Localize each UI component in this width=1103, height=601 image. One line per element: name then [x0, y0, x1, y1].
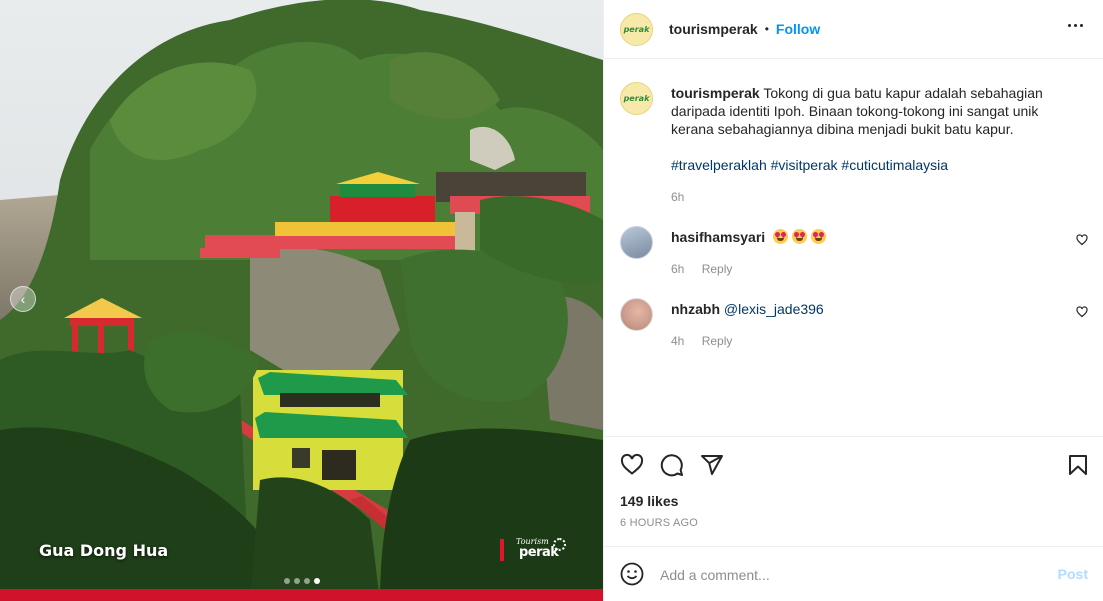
carousel-indicator	[284, 578, 320, 584]
chevron-left-icon[interactable]: ‹	[10, 286, 36, 312]
comment-mention[interactable]: @lexis_jade396	[724, 301, 824, 317]
post-header: perak tourismperak • Follow	[604, 0, 1103, 59]
tourism-perak-logo: Tourism perak	[500, 537, 572, 563]
dot-separator: •	[764, 22, 769, 36]
add-comment-bar: Post	[604, 546, 1103, 601]
action-bar	[620, 453, 1090, 477]
comment-username[interactable]: hasifhamsyari	[671, 229, 765, 245]
comment-input[interactable]	[660, 564, 1040, 586]
comment-username[interactable]: nhzabh	[671, 301, 720, 317]
post-sidebar: perak tourismperak • Follow perak touris…	[603, 0, 1103, 601]
reply-button[interactable]: Reply	[702, 334, 733, 348]
heart-eyes-emoji-icon	[811, 229, 827, 244]
reply-button[interactable]: Reply	[702, 262, 733, 276]
temple-cliff-photo	[0, 0, 603, 601]
flower-icon	[553, 538, 566, 551]
more-options-icon[interactable]	[1068, 24, 1083, 27]
header-username[interactable]: tourismperak	[669, 21, 758, 37]
caption-body: tourismperak Tokong di gua batu kapur ad…	[671, 84, 1066, 206]
share-paper-plane-icon[interactable]	[700, 453, 724, 477]
like-heart-icon[interactable]	[620, 453, 644, 477]
avatar[interactable]: perak	[620, 82, 653, 115]
post-media[interactable]: ‹ Gua Dong Hua Tourism perak	[0, 0, 603, 601]
avatar[interactable]: perak	[620, 12, 653, 46]
carousel-dot-active	[314, 578, 320, 584]
media-caption: Gua Dong Hua	[39, 541, 169, 560]
post-timestamp[interactable]: 6 HOURS AGO	[620, 517, 698, 529]
likes-count[interactable]: 149 likes	[620, 493, 678, 509]
caption-meta: 6h	[671, 188, 1066, 206]
heart-eyes-emoji-icon	[773, 229, 789, 244]
comment-time[interactable]: 4h	[671, 334, 684, 348]
carousel-dot	[304, 578, 310, 584]
bottom-strip	[0, 589, 603, 601]
save-bookmark-icon[interactable]	[1066, 453, 1090, 477]
avatar-text: perak	[623, 24, 650, 34]
emoji-smile-icon[interactable]	[620, 562, 644, 586]
avatar[interactable]	[620, 226, 653, 259]
heart-eyes-emojis	[773, 229, 830, 245]
caption-hashtags[interactable]: #travelperaklah #visitperak #cuticutimal…	[671, 157, 948, 173]
comment-body: hasifhamsyari 6h Reply	[671, 228, 1066, 278]
post-comment-button[interactable]: Post	[1058, 566, 1088, 582]
logo-bar	[500, 539, 504, 561]
comments-section: perak tourismperak Tokong di gua batu ka…	[604, 60, 1103, 436]
post-actions: 149 likes 6 HOURS AGO	[604, 436, 1103, 546]
like-comment-heart-icon[interactable]	[1076, 234, 1088, 246]
like-comment-heart-icon[interactable]	[1076, 306, 1088, 318]
comment-meta: 6h Reply	[671, 260, 1066, 278]
caption-time[interactable]: 6h	[671, 190, 684, 204]
carousel-dot	[284, 578, 290, 584]
caption-username[interactable]: tourismperak	[671, 85, 760, 101]
carousel-dot	[294, 578, 300, 584]
follow-button[interactable]: Follow	[776, 21, 820, 37]
comment-body: nhzabh @lexis_jade396 4h Reply	[671, 300, 1066, 350]
comment-bubble-icon[interactable]	[660, 453, 684, 477]
heart-eyes-emoji-icon	[792, 229, 808, 244]
avatar-text: perak	[623, 94, 650, 103]
avatar[interactable]	[620, 298, 653, 331]
comment-time[interactable]: 6h	[671, 262, 684, 276]
logo-text: perak	[519, 545, 559, 560]
comment-meta: 4h Reply	[671, 332, 1066, 350]
